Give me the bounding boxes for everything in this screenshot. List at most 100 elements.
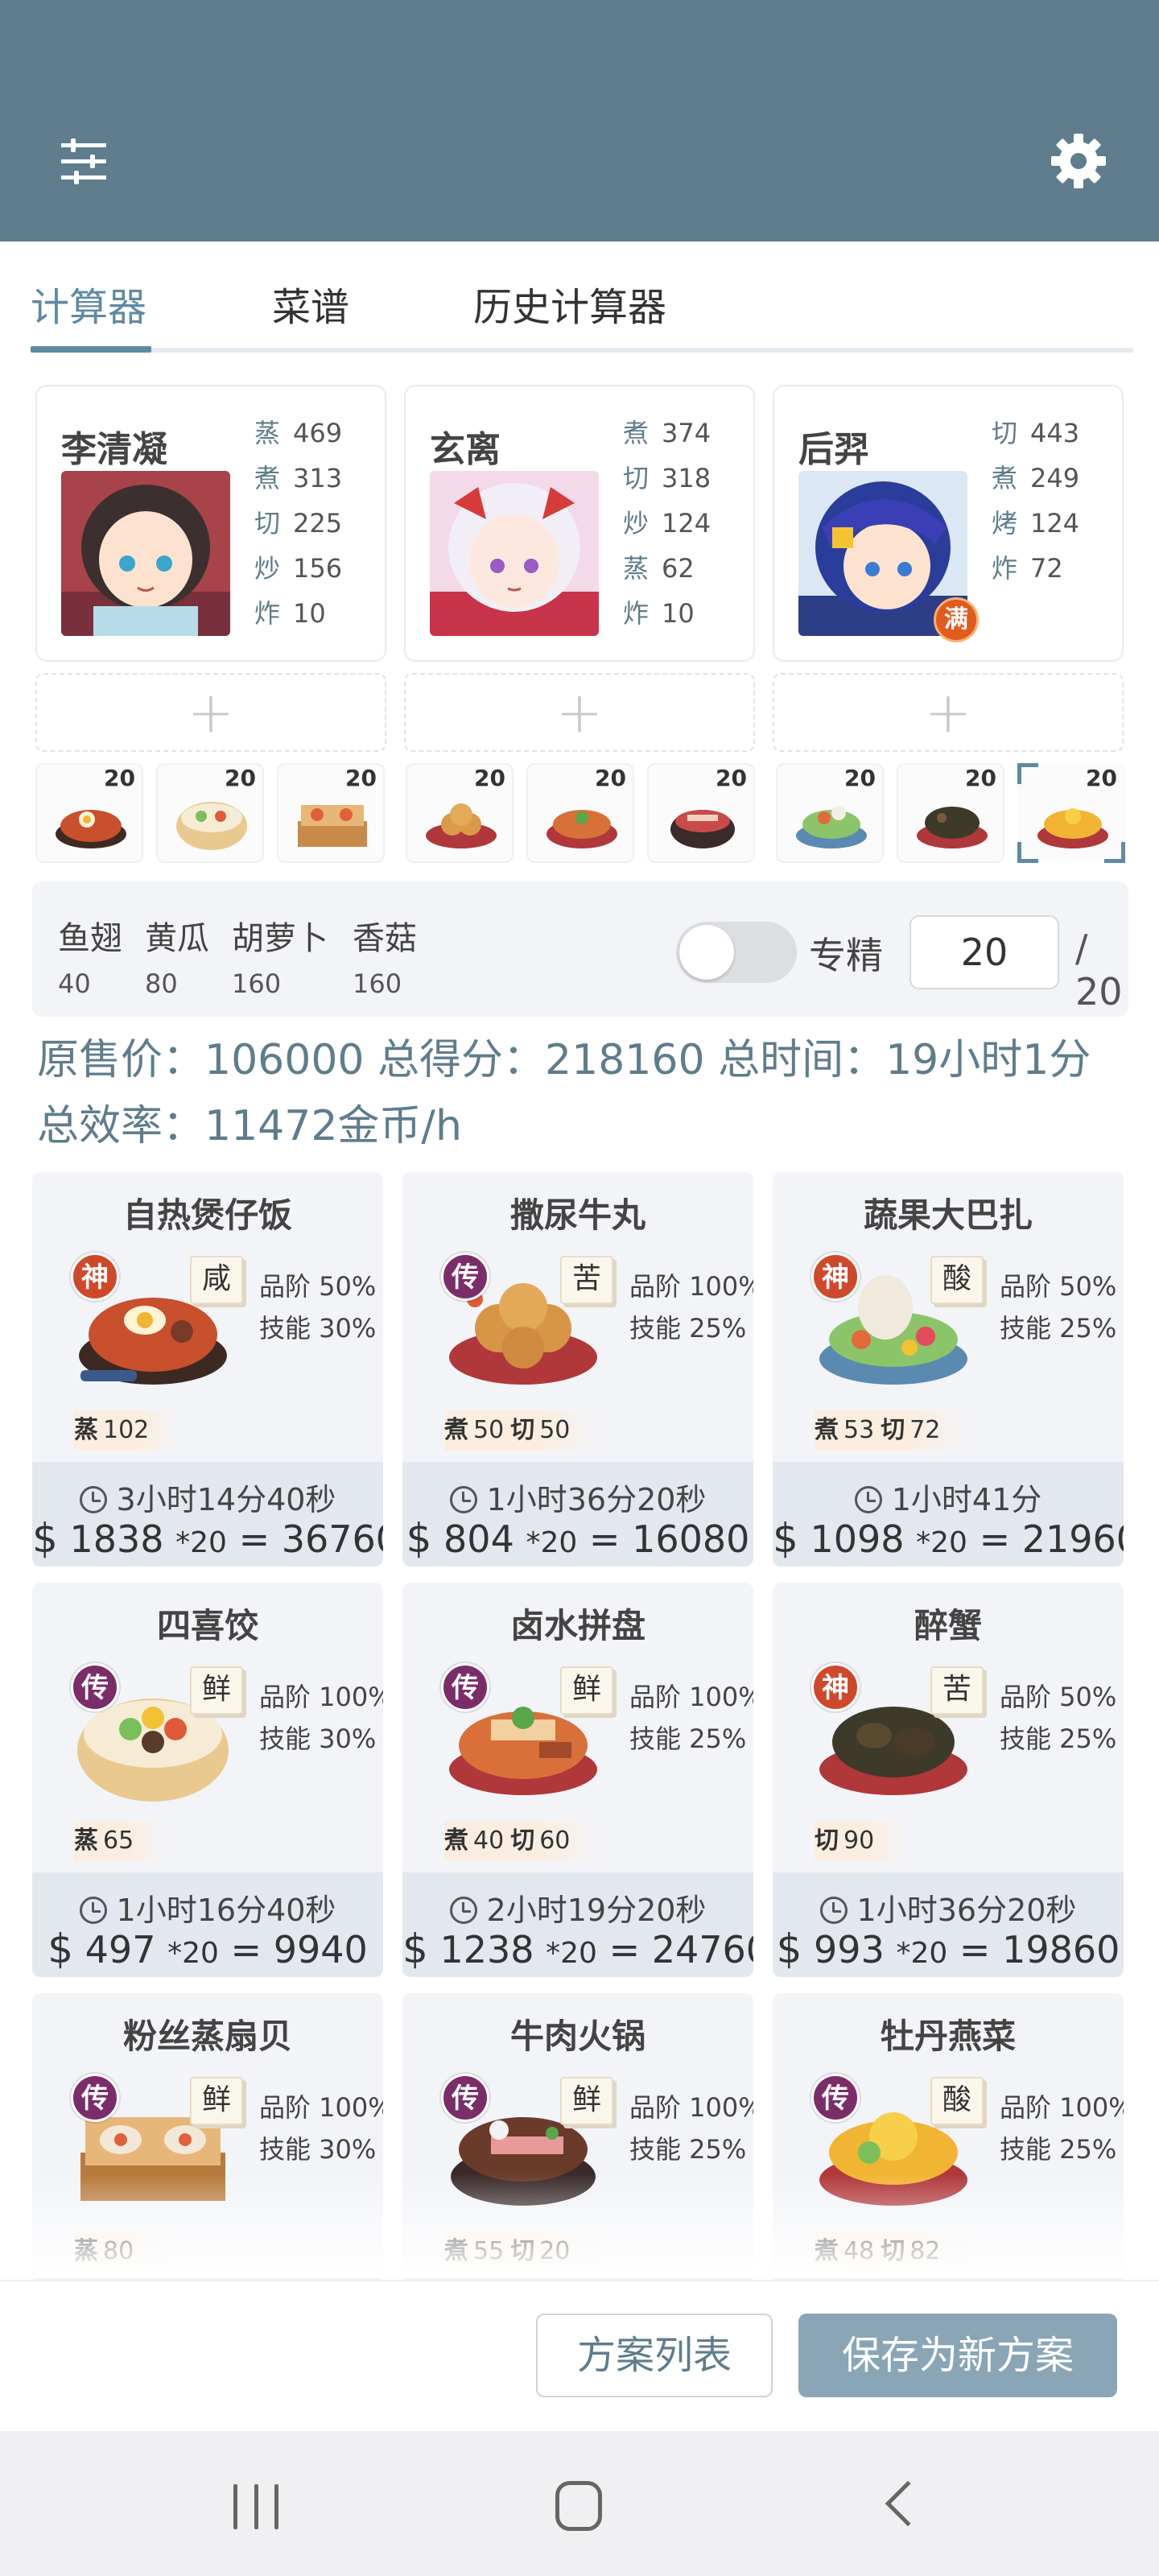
- back-icon[interactable]: [885, 2480, 931, 2527]
- skill-requirement: 蒸 102: [74, 1416, 150, 1444]
- dish-thumb-selected[interactable]: 20: [1017, 763, 1125, 863]
- rarity-badge: 神: [811, 1253, 860, 1301]
- chef-stat-row: 炸 10: [254, 598, 326, 629]
- chef-stat-row: 切 443: [992, 418, 1080, 448]
- skill-requirement: 切 90: [815, 1827, 875, 1855]
- dish-count: 20: [104, 765, 135, 791]
- skill-text: 技能 25%: [1000, 1724, 1117, 1754]
- skill-requirement: 煮 53: [815, 1416, 875, 1444]
- chef-card-2[interactable]: 玄离 煮 374 切 318 炒 124 蒸 62 炸 10: [404, 385, 755, 662]
- clock-icon: [79, 1897, 107, 1924]
- settings-gear-icon[interactable]: [1046, 129, 1111, 193]
- skill-requirement: 煮 50: [444, 1416, 505, 1444]
- recipe-skill-requirements: 切 90: [815, 1821, 907, 1861]
- taste-tag: 酸: [930, 1256, 984, 1304]
- ingredient-name: 香菇: [353, 920, 417, 957]
- skill-requirement: 切 60: [510, 1827, 571, 1855]
- rarity-badge: 传: [71, 1663, 119, 1711]
- dish-thumb[interactable]: 20: [277, 763, 385, 863]
- home-icon[interactable]: [555, 2481, 602, 2531]
- grade-text: 品阶 100%: [629, 1271, 753, 1302]
- ingredient-value: 80: [145, 968, 178, 999]
- tab-recipes[interactable]: 菜谱: [272, 275, 349, 332]
- recipe-grade-skill: 品阶 100% 技能 25%: [629, 1265, 753, 1349]
- recipe-skill-requirements: 蒸 65: [74, 1821, 167, 1861]
- rarity-badge: 传: [441, 1253, 489, 1301]
- filter-sliders-icon[interactable]: [52, 129, 116, 193]
- recipe-name: 牛肉火锅: [509, 2017, 645, 2056]
- recipe-price: $ 804 *20 = 16080: [406, 1515, 750, 1562]
- recipe-skill-requirements: 煮 50 切 50: [444, 1410, 603, 1451]
- dish-thumb[interactable]: 20: [526, 763, 634, 863]
- recipe-footer: 2小时19分20秒 $ 1238 *20 = 24760: [402, 1872, 753, 1977]
- dish-thumb[interactable]: 20: [406, 763, 514, 863]
- dollar-icon: $: [406, 1515, 432, 1562]
- action-bar: 方案列表 保存为新方案: [0, 2280, 1159, 2431]
- grade-text: 品阶 100%: [259, 1682, 383, 1712]
- tab-calculator[interactable]: 计算器: [31, 275, 146, 332]
- dish-image: [1033, 789, 1112, 853]
- chef-stat-row: 烤 124: [992, 508, 1080, 539]
- chef-avatar: [61, 471, 230, 636]
- ingredient-name: 黄瓜: [145, 920, 209, 957]
- chef-stat-row: 煮 313: [254, 463, 343, 493]
- recipe-card[interactable]: 蔬果大巴扎 神 酸 品阶 50% 技能 25% 煮 53 切 72 1小时41分 $ …: [773, 1172, 1124, 1567]
- rarity-badge: 传: [441, 1663, 489, 1711]
- skill-text: 技能 30%: [259, 1313, 377, 1344]
- dish-thumb[interactable]: 20: [897, 763, 1004, 863]
- rarity-badge: 传: [71, 2074, 119, 2122]
- recipe-name: 卤水拼盘: [509, 1606, 645, 1645]
- summary-line-1: 原售价：106000 总得分：218160 总时间：19小时1分: [37, 1036, 1091, 1084]
- dish-thumb[interactable]: 20: [156, 763, 264, 863]
- recipe-skill-requirements: 煮 53 切 72: [815, 1410, 973, 1451]
- recipe-card[interactable]: 醉蟹 神 苦 品阶 50% 技能 25% 切 90 1小时36分20秒 $ 993 …: [773, 1583, 1124, 1977]
- recipe-name: 自热煲仔饭: [122, 1195, 292, 1235]
- dish-thumb[interactable]: 20: [35, 763, 143, 863]
- chef-card-3[interactable]: 后羿 满 切 443 煮 249 烤 124 炸 72: [773, 385, 1124, 662]
- dish-thumb[interactable]: 20: [647, 763, 755, 863]
- summary-line-2: 总效率：11472金币/h: [37, 1102, 462, 1150]
- dish-image: [52, 789, 130, 853]
- recents-icon[interactable]: [233, 2484, 278, 2529]
- rarity-badge: 传: [441, 2074, 489, 2122]
- add-equipment-slot[interactable]: +: [404, 673, 755, 752]
- dollar-icon: $: [32, 1515, 58, 1562]
- full-level-badge: 满: [934, 597, 979, 642]
- clock-icon: [449, 1897, 477, 1924]
- add-equipment-slot[interactable]: +: [773, 673, 1124, 752]
- chef-stat-row: 炸 72: [992, 553, 1063, 584]
- recipe-card[interactable]: 自热煲仔饭 神 咸 品阶 50% 技能 30% 蒸 102 3小时14分40秒 $ …: [32, 1172, 383, 1567]
- dish-image: [792, 789, 871, 853]
- recipe-card[interactable]: 四喜饺 传 鲜 品阶 100% 技能 30% 蒸 65 1小时16分40秒 $ 49…: [32, 1583, 383, 1977]
- taste-tag: 鲜: [190, 1666, 243, 1715]
- recipe-card[interactable]: 卤水拼盘 传 鲜 品阶 100% 技能 25% 煮 40 切 60 2小时19分20秒…: [402, 1583, 753, 1977]
- recipe-price: $ 1838 *20 = 36760: [32, 1515, 383, 1562]
- quantity-input[interactable]: 20: [909, 915, 1059, 989]
- clock-icon: [819, 1897, 848, 1924]
- specialize-toggle[interactable]: [676, 922, 797, 983]
- ingredient-value: 160: [232, 968, 282, 999]
- recipe-card[interactable]: 撒尿牛丸 传 苦 品阶 100% 技能 25% 煮 50 切 50 1小时36分20秒…: [402, 1172, 753, 1567]
- taste-tag: 酸: [930, 2077, 984, 2125]
- skill-text: 技能 25%: [629, 1313, 747, 1344]
- ingredient-name: 鱼翅: [58, 920, 122, 957]
- dish-image: [293, 789, 372, 853]
- save-new-plan-button[interactable]: 保存为新方案: [798, 2314, 1117, 2397]
- dish-count: 20: [965, 765, 996, 791]
- scroll-fade: [0, 2174, 1159, 2278]
- grade-text: 品阶 100%: [629, 1682, 753, 1712]
- dollar-icon: $: [47, 1926, 74, 1972]
- clock-icon: [854, 1486, 882, 1513]
- system-navigation-bar: [0, 2431, 1159, 2576]
- tab-history-calculator[interactable]: 历史计算器: [473, 275, 666, 332]
- chef-name: 李清凝: [61, 429, 167, 470]
- recipe-footer: 3小时14分40秒 $ 1838 *20 = 36760: [32, 1462, 383, 1567]
- tab-divider: [31, 348, 1133, 353]
- recipe-grade-skill: 品阶 50% 技能 30%: [259, 1265, 376, 1349]
- plan-list-button[interactable]: 方案列表: [536, 2314, 773, 2397]
- dish-thumb[interactable]: 20: [776, 763, 884, 863]
- taste-tag: 苦: [930, 1666, 984, 1715]
- add-equipment-slot[interactable]: +: [35, 673, 386, 752]
- chef-card-1[interactable]: 李清凝 蒸 469 煮 313 切 225 炒 156 炸 10: [35, 385, 386, 662]
- skill-text: 技能 30%: [259, 1724, 377, 1754]
